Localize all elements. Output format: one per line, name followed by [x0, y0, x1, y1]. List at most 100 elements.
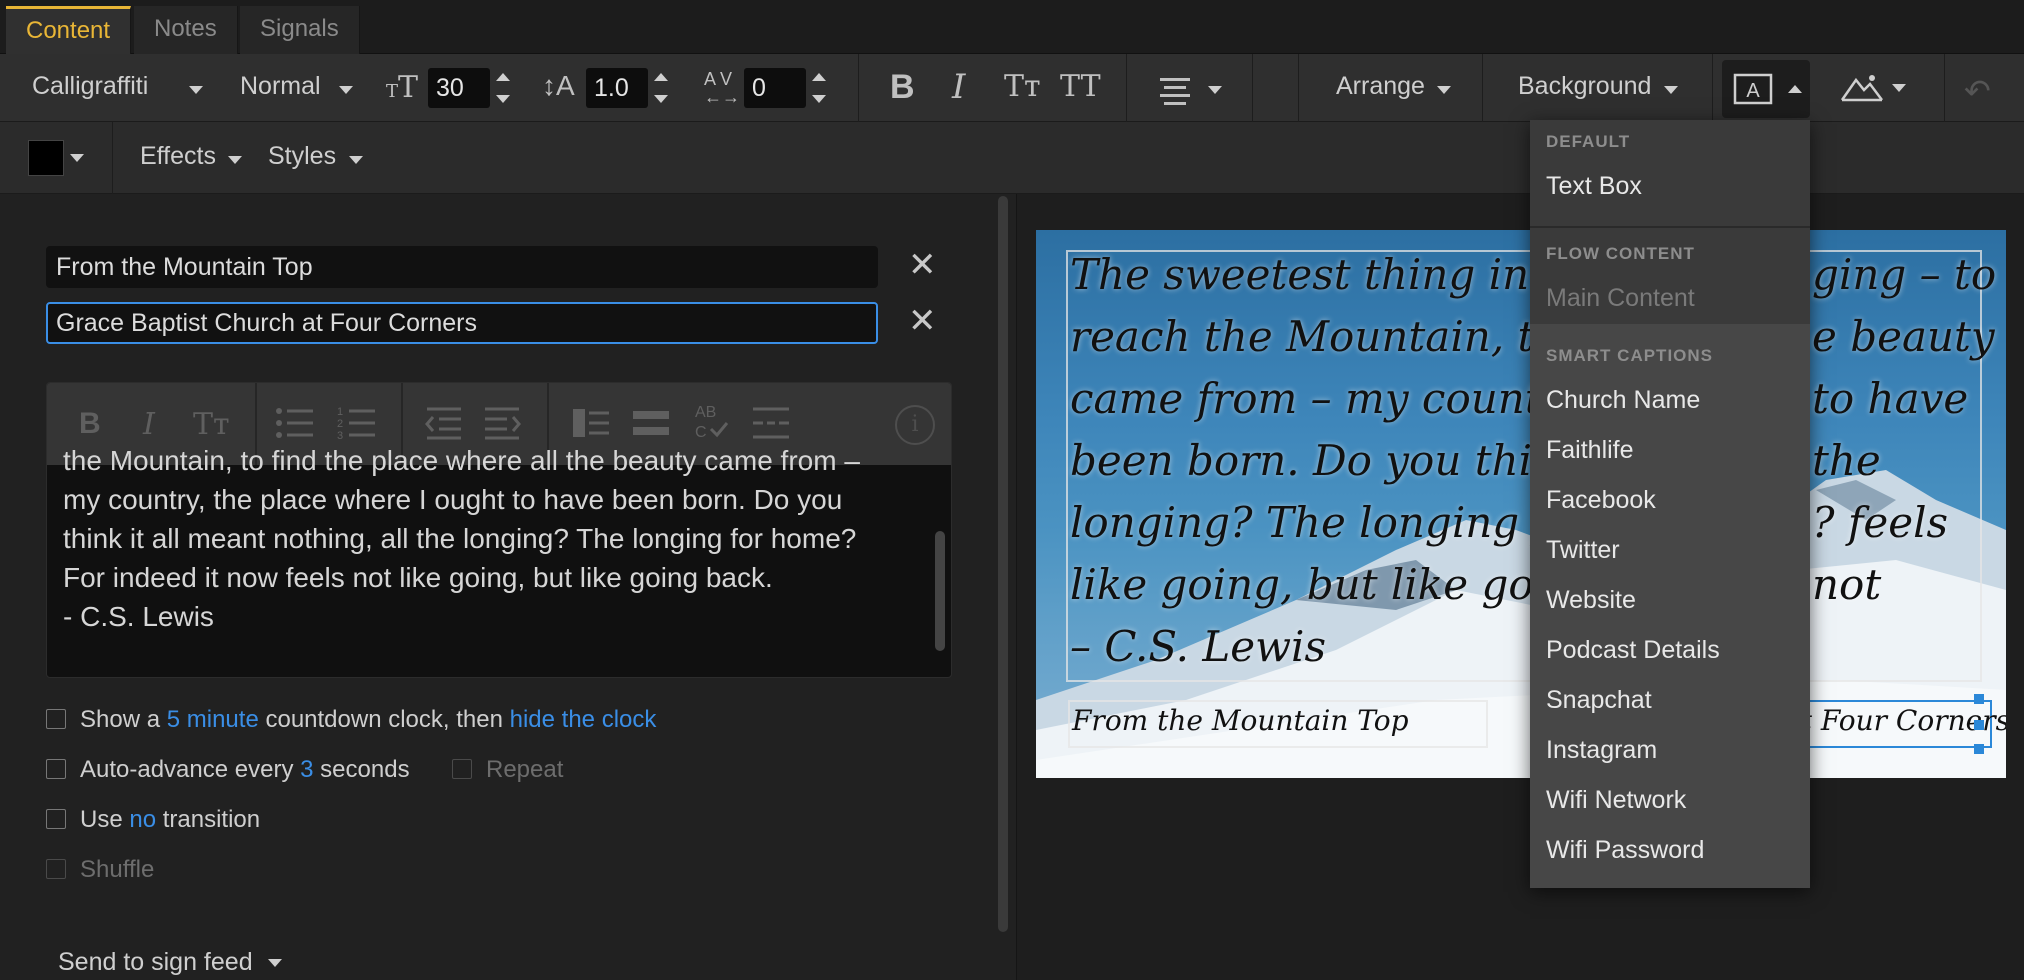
editor-line: my country, the place where I ought to h… [63, 484, 843, 515]
format-toolbar: Calligraffiti Normal TT 30 ↕A 1.0 A V ←→ … [0, 54, 2024, 122]
chevron-down-icon [188, 85, 203, 94]
styles-dropdown[interactable]: Styles [268, 142, 363, 171]
numbered-list-icon[interactable]: 1 2 3 [337, 405, 377, 441]
indent-icon[interactable] [483, 405, 523, 441]
background-dropdown[interactable]: Background [1518, 72, 1678, 101]
autoadvance-seconds-link[interactable]: 3 [300, 756, 313, 783]
chevron-down-icon [267, 959, 282, 968]
font-weight-dropdown[interactable]: Normal [240, 72, 354, 101]
autoadvance-suffix: seconds [320, 756, 410, 783]
panel-scrollbar[interactable] [998, 196, 1008, 932]
svg-text:C: C [695, 424, 707, 441]
menu-item-podcast-details[interactable]: Podcast Details [1546, 636, 1720, 665]
font-size-stepper[interactable] [496, 69, 512, 107]
all-caps-icon[interactable]: TT [1060, 72, 1101, 102]
countdown-mid: countdown clock, then [265, 706, 503, 733]
slide-preview[interactable]: The sweetest thing in all my li reach th… [1036, 230, 2006, 778]
split-icon[interactable] [631, 405, 671, 441]
countdown-minutes-link[interactable]: 5 minute [167, 706, 259, 733]
autoadvance-option[interactable]: Auto-advance every 3 seconds [46, 754, 410, 786]
menu-item-snapchat[interactable]: Snapchat [1546, 686, 1652, 715]
menu-item-website[interactable]: Website [1546, 586, 1636, 615]
tab-signals[interactable]: Signals [240, 6, 360, 54]
menu-item-wifi-password[interactable]: Wifi Password [1546, 836, 1704, 865]
tracking-input[interactable]: 0 [744, 68, 806, 108]
close-icon[interactable]: ✕ [908, 248, 937, 282]
tab-content[interactable]: Content [6, 6, 132, 54]
line-height-input[interactable]: 1.0 [586, 68, 648, 108]
bold-icon[interactable]: B [890, 70, 915, 104]
svg-text:A: A [1746, 80, 1760, 102]
caption-field-1[interactable]: From the Mountain Top [46, 246, 878, 288]
styles-label: Styles [268, 142, 337, 170]
tab-notes[interactable]: Notes [134, 6, 238, 54]
text-box-icon: A [1733, 73, 1773, 105]
svg-text:AB: AB [695, 404, 716, 421]
mountain-image-icon [1840, 75, 1883, 102]
slide-line: e beauty [1812, 312, 1995, 361]
rich-text-editor[interactable]: B I Tт 1 2 3 AB C i the Mountain, to fin… [46, 382, 952, 678]
image-insert-dropdown[interactable] [1840, 72, 1906, 107]
undo-icon[interactable]: ↶ [1964, 72, 1991, 110]
caps-icon[interactable]: Tт [193, 407, 230, 442]
editor-scrollbar[interactable] [935, 531, 945, 651]
text-box-insert-button[interactable]: A [1722, 60, 1810, 118]
menu-item-instagram[interactable]: Instagram [1546, 736, 1657, 765]
hide-clock-link[interactable]: hide the clock [510, 706, 657, 733]
line-height-stepper[interactable] [654, 69, 670, 107]
panel-splitter[interactable] [1016, 194, 1017, 980]
font-size-input[interactable]: 30 [428, 68, 490, 108]
svg-text:1: 1 [337, 406, 343, 418]
editor-text[interactable]: the Mountain, to find the place where al… [63, 445, 923, 636]
small-caps-icon[interactable]: Tт [1004, 72, 1041, 102]
italic-icon[interactable]: I [952, 70, 965, 104]
send-to-sign-feed-dropdown[interactable]: Send to sign feed [58, 948, 282, 977]
spellcheck-icon[interactable]: AB C [691, 401, 731, 441]
chevron-down-icon [1208, 86, 1222, 94]
menu-item-wifi-network[interactable]: Wifi Network [1546, 786, 1686, 815]
resize-handle[interactable] [1974, 720, 1984, 730]
autoadvance-checkbox[interactable] [46, 758, 66, 779]
outdent-icon[interactable] [423, 405, 463, 441]
svg-text:2: 2 [337, 418, 343, 430]
transition-prefix: Use [80, 806, 123, 833]
shuffle-checkbox[interactable] [46, 858, 66, 879]
transition-option[interactable]: Use no transition [46, 804, 260, 836]
repeat-option[interactable]: Repeat [452, 754, 563, 786]
sign-feed-label: Send to sign feed [58, 948, 253, 976]
arrange-dropdown[interactable]: Arrange [1336, 72, 1452, 101]
countdown-prefix: Show a [80, 706, 161, 733]
resize-handle[interactable] [1974, 694, 1984, 704]
close-icon[interactable]: ✕ [908, 304, 937, 338]
transition-checkbox[interactable] [46, 808, 66, 829]
effects-dropdown[interactable]: Effects [140, 142, 243, 171]
svg-text:3: 3 [337, 430, 343, 441]
menu-item-church-name[interactable]: Church Name [1546, 386, 1700, 415]
menu-item-text-box[interactable]: Text Box [1546, 172, 1642, 201]
resize-handle[interactable] [1974, 744, 1984, 754]
countdown-checkbox[interactable] [46, 708, 66, 729]
chevron-down-icon [1663, 85, 1678, 94]
line-separator-icon[interactable] [751, 405, 791, 441]
font-family-dropdown[interactable]: Calligraffiti [32, 72, 203, 101]
caption-field-2[interactable]: Grace Baptist Church at Four Corners [46, 302, 878, 344]
slide-break-icon[interactable] [571, 405, 611, 441]
menu-item-faithlife[interactable]: Faithlife [1546, 436, 1634, 465]
chevron-down-icon [339, 85, 354, 94]
repeat-label: Repeat [486, 756, 564, 783]
arrange-label: Arrange [1336, 72, 1425, 100]
bullet-list-icon[interactable] [275, 405, 315, 441]
italic-icon[interactable]: I [143, 407, 155, 442]
info-icon[interactable]: i [895, 405, 935, 445]
menu-item-facebook[interactable]: Facebook [1546, 486, 1656, 515]
tracking-stepper[interactable] [812, 69, 828, 107]
countdown-option[interactable]: Show a 5 minute countdown clock, then hi… [46, 704, 656, 736]
transition-value-link[interactable]: no [129, 806, 156, 833]
transition-suffix: transition [162, 806, 261, 833]
shuffle-option[interactable]: Shuffle [46, 854, 154, 886]
background-label: Background [1518, 72, 1652, 100]
repeat-checkbox[interactable] [452, 758, 472, 779]
menu-item-twitter[interactable]: Twitter [1546, 536, 1620, 565]
bold-icon[interactable]: B [79, 407, 101, 441]
slide-caption-right: at Four Corners [1784, 704, 2006, 737]
